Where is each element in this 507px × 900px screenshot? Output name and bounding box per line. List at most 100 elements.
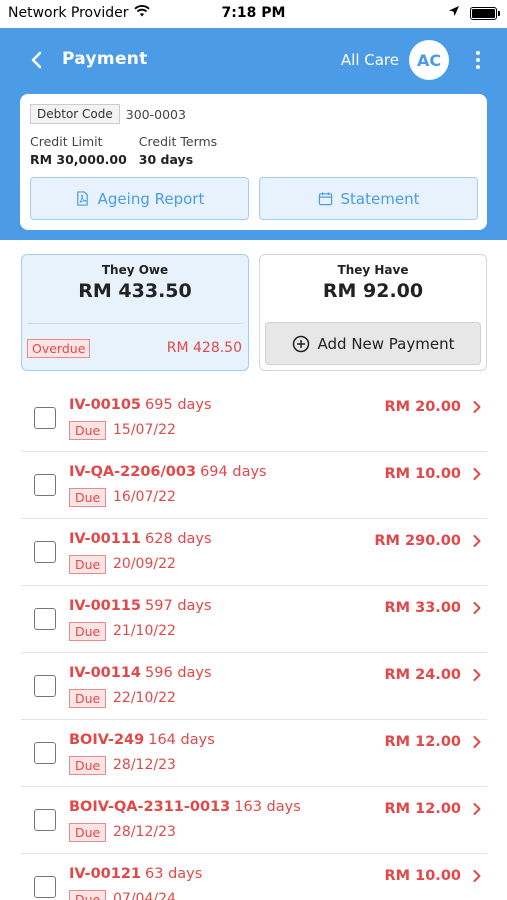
statement-label: Statement <box>340 189 420 208</box>
invoice-heading: IV-00115 597 days <box>69 598 212 614</box>
invoice-amount: RM 24.00 <box>384 667 461 683</box>
page-title: Payment <box>62 49 148 69</box>
add-new-payment-label: Add New Payment <box>317 334 455 353</box>
they-owe-amount: RM 433.50 <box>78 280 192 302</box>
due-badge: Due <box>69 756 107 775</box>
they-have-amount: RM 92.00 <box>322 280 424 302</box>
invoice-days: 628 days <box>145 531 212 547</box>
list-item[interactable]: IV-00121 63 days Due 07/04/24 RM 10.00 <box>21 854 487 900</box>
due-badge: Due <box>69 421 107 440</box>
invoice-days: 164 days <box>148 732 215 748</box>
credit-limit-label: Credit Limit <box>30 134 103 149</box>
invoice-code: IV-QA-2206/003 <box>69 464 197 480</box>
more-vertical-icon[interactable] <box>471 48 485 72</box>
list-item[interactable]: IV-QA-2206/003 694 days Due 16/07/22 RM 10.0… <box>21 452 487 519</box>
due-badge: Due <box>69 622 107 641</box>
invoice-heading: IV-QA-2206/003 694 days <box>69 464 267 480</box>
invoice-code: IV-00115 <box>69 598 142 614</box>
invoice-date: 20/09/22 <box>113 556 176 572</box>
invoice-date: 07/04/24 <box>113 891 176 900</box>
invoice-checkbox[interactable] <box>34 742 56 764</box>
invoice-amount: RM 20.00 <box>384 399 461 415</box>
invoice-days: 597 days <box>145 598 212 614</box>
debtor-info-card: Debtor Code 300-0003 Credit Limit RM 30,… <box>20 94 487 230</box>
header: Payment All Care AC Debtor Code 300-0003… <box>0 28 507 240</box>
company-name: All Care <box>340 51 399 69</box>
invoice-date: 28/12/23 <box>113 824 176 840</box>
invoice-date: 15/07/22 <box>113 422 176 438</box>
chevron-right-icon[interactable] <box>473 667 481 685</box>
debtor-code-label: Debtor Code <box>30 104 120 124</box>
they-have-title: They Have <box>337 263 409 277</box>
invoice-checkbox[interactable] <box>34 809 56 831</box>
avatar[interactable]: AC <box>409 40 449 80</box>
invoice-date: 21/10/22 <box>113 623 176 639</box>
list-item[interactable]: IV-00111 628 days Due 20/09/22 RM 290.00 <box>21 519 487 586</box>
overdue-badge: Overdue <box>27 339 91 358</box>
invoice-days: 694 days <box>200 464 267 480</box>
pdf-file-icon <box>76 191 88 206</box>
debtor-code-row: Debtor Code 300-0003 <box>30 104 186 124</box>
they-owe-title: They Owe <box>101 263 169 277</box>
ageing-report-label: Ageing Report <box>97 189 205 208</box>
list-item[interactable]: IV-00105 695 days Due 15/07/22 RM 20.00 <box>21 385 487 452</box>
they-owe-card[interactable]: They Owe RM 433.50 Overdue RM 428.50 <box>21 254 249 371</box>
invoice-checkbox[interactable] <box>34 541 56 563</box>
chevron-right-icon[interactable] <box>473 399 481 417</box>
invoice-checkbox[interactable] <box>34 474 56 496</box>
invoice-days: 163 days <box>234 799 301 815</box>
invoice-days: 63 days <box>145 866 203 882</box>
invoice-amount: RM 12.00 <box>384 734 461 750</box>
chevron-right-icon[interactable] <box>473 533 481 551</box>
list-item[interactable]: BOIV-249 164 days Due 28/12/23 RM 12.00 <box>21 720 487 787</box>
invoice-heading: IV-00121 63 days <box>69 866 202 882</box>
back-chevron-icon <box>31 51 42 69</box>
invoice-amount: RM 10.00 <box>384 466 461 482</box>
chevron-right-icon[interactable] <box>473 466 481 484</box>
back-button[interactable] <box>22 46 50 74</box>
invoice-date: 22/10/22 <box>113 690 176 706</box>
statement-button[interactable]: Statement <box>259 177 478 220</box>
due-badge: Due <box>69 823 107 842</box>
credit-terms-row: Credit Limit RM 30,000.00 Credit Terms 3… <box>30 134 217 167</box>
due-badge: Due <box>69 890 107 900</box>
invoice-heading: IV-00105 695 days <box>69 397 212 413</box>
invoice-code: IV-00114 <box>69 665 142 681</box>
status-bar: Network Provider 7:18 PM <box>0 0 507 28</box>
chevron-right-icon[interactable] <box>473 734 481 752</box>
due-badge: Due <box>69 555 107 574</box>
chevron-right-icon[interactable] <box>473 600 481 618</box>
status-icons <box>448 5 500 21</box>
invoice-checkbox[interactable] <box>34 407 56 429</box>
invoice-amount: RM 290.00 <box>374 533 461 549</box>
invoice-heading: IV-00111 628 days <box>69 531 212 547</box>
invoice-checkbox[interactable] <box>34 876 56 898</box>
due-badge: Due <box>69 488 107 507</box>
invoice-heading: BOIV-QA-2311-0013 163 days <box>69 799 301 815</box>
ageing-report-button[interactable]: Ageing Report <box>30 177 249 220</box>
overdue-amount: RM 428.50 <box>166 340 242 356</box>
invoice-heading: IV-00114 596 days <box>69 665 212 681</box>
credit-limit-value: RM 30,000.00 <box>30 152 127 167</box>
battery-icon <box>470 6 500 20</box>
add-new-payment-button[interactable]: Add New Payment <box>265 322 481 365</box>
due-badge: Due <box>69 689 107 708</box>
chevron-right-icon[interactable] <box>473 801 481 819</box>
invoice-checkbox[interactable] <box>34 608 56 630</box>
credit-terms: Credit Terms 30 days <box>139 134 217 167</box>
credit-terms-value: 30 days <box>138 152 194 167</box>
chevron-right-icon[interactable] <box>473 868 481 886</box>
they-have-card: They Have RM 92.00 Add New Payment <box>259 254 487 371</box>
invoice-list: IV-00105 695 days Due 15/07/22 RM 20.00 IV-QA… <box>21 385 487 900</box>
debtor-code-value: 300-0003 <box>125 106 186 122</box>
invoice-amount: RM 10.00 <box>384 868 461 884</box>
invoice-days: 596 days <box>145 665 212 681</box>
credit-terms-label: Credit Terms <box>138 134 218 149</box>
location-arrow-icon <box>448 5 460 21</box>
list-item[interactable]: IV-00114 596 days Due 22/10/22 RM 24.00 <box>21 653 487 720</box>
invoice-code: IV-00111 <box>69 531 142 547</box>
list-item[interactable]: IV-00115 597 days Due 21/10/22 RM 33.00 <box>21 586 487 653</box>
invoice-checkbox[interactable] <box>34 675 56 697</box>
list-item[interactable]: BOIV-QA-2311-0013 163 days Due 28/12/23 RM 1… <box>21 787 487 854</box>
invoice-date: 28/12/23 <box>113 757 176 773</box>
